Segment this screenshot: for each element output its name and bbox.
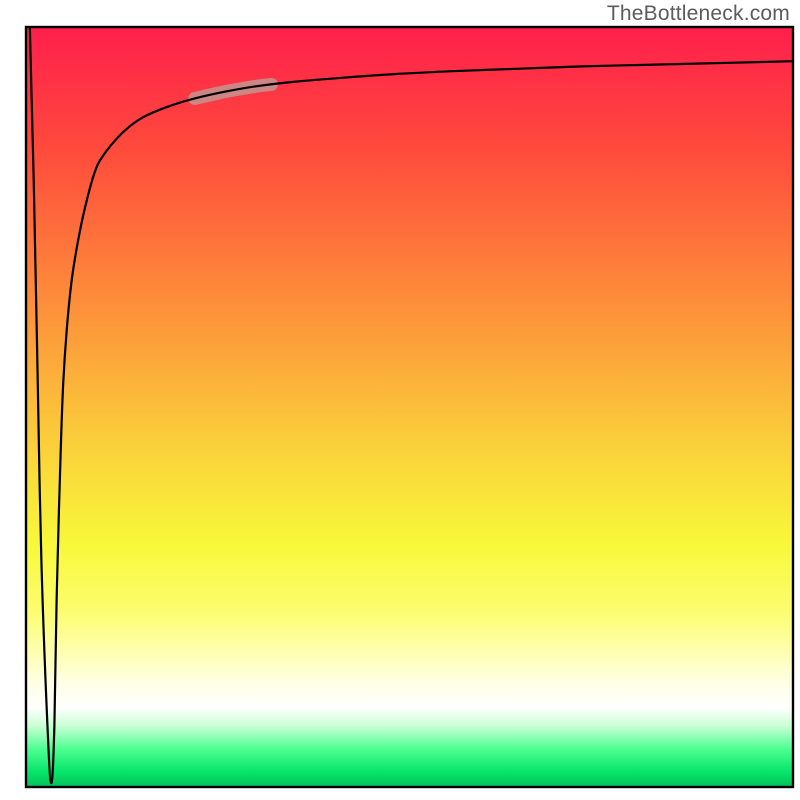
- attribution-text: TheBottleneck.com: [607, 2, 790, 26]
- plot-background: [26, 27, 793, 787]
- bottleneck-chart: [0, 0, 800, 800]
